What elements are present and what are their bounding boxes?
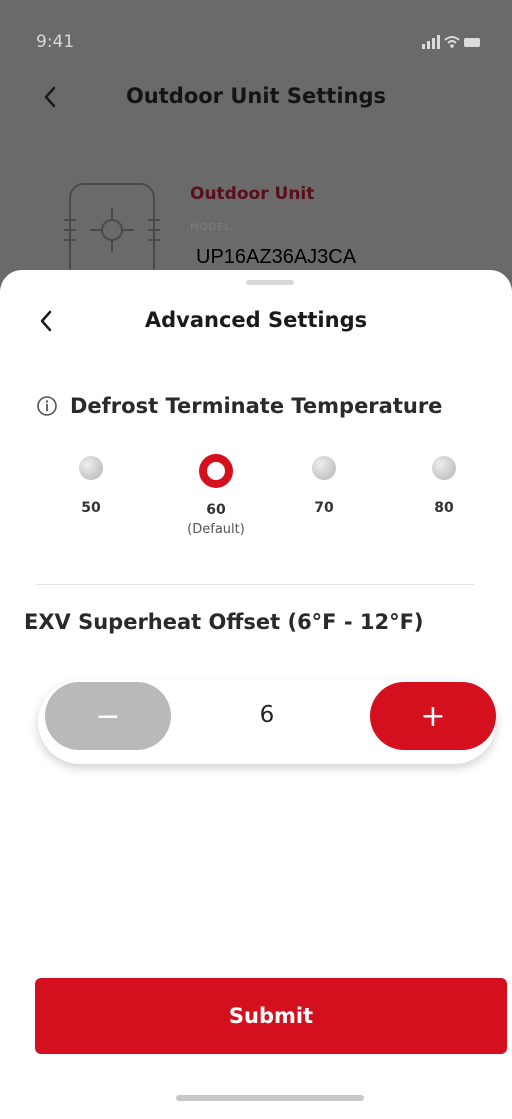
unit-model-label: MODEL [190, 222, 232, 233]
defrost-section-title: Defrost Terminate Temperature [36, 394, 442, 418]
sheet-title: Advanced Settings [144, 308, 368, 332]
defrost-temperature-options: 50 60 (Default) 70 80 [0, 454, 512, 566]
status-time: 9:41 [36, 32, 75, 52]
divider [36, 584, 474, 585]
radio-option-80[interactable]: 80 [394, 456, 494, 516]
radio-option-50[interactable]: 50 [41, 456, 141, 516]
sheet-grabber[interactable] [246, 280, 294, 285]
radio-button[interactable] [312, 456, 336, 480]
unit-model: UP16AZ36AJ3CA [192, 246, 361, 269]
defrost-title: Defrost Terminate Temperature [70, 394, 443, 418]
sheet-header: Advanced Settings [0, 296, 512, 346]
radio-option-60[interactable]: 60 (Default) [166, 454, 266, 537]
radio-option-70[interactable]: 70 [274, 456, 374, 516]
background-header: Outdoor Unit Settings [0, 76, 512, 122]
exv-superheat-stepper: − 6 + [38, 680, 496, 764]
radio-button[interactable] [432, 456, 456, 480]
background-page: 9:41 Outdoor Unit Settings Outdoor Unit … [0, 0, 512, 300]
radio-label: 50 [81, 500, 101, 516]
battery-icon [464, 38, 480, 47]
advanced-settings-sheet: Advanced Settings Defrost Terminate Temp… [0, 270, 512, 1119]
submit-button[interactable]: Submit [35, 978, 507, 1054]
unit-name: Outdoor Unit [190, 184, 315, 204]
exv-title: EXV Superheat Offset (6°F - 12°F) [24, 610, 424, 634]
wifi-icon [444, 36, 460, 48]
increment-button[interactable]: + [370, 682, 496, 750]
radio-label: 70 [314, 500, 334, 516]
page-title: Outdoor Unit Settings [125, 84, 387, 108]
home-indicator [176, 1095, 364, 1101]
status-icons [422, 35, 480, 49]
radio-button-selected[interactable] [199, 454, 233, 488]
radio-default-note: (Default) [187, 522, 245, 537]
status-bar: 9:41 [0, 0, 512, 80]
info-icon[interactable] [36, 395, 58, 417]
radio-button[interactable] [79, 456, 103, 480]
radio-label: 60 [206, 502, 226, 518]
signal-icon [422, 35, 440, 49]
unit-card: Outdoor Unit MODEL UP16AZ36AJ3CA [0, 160, 512, 288]
radio-label: 80 [434, 500, 454, 516]
